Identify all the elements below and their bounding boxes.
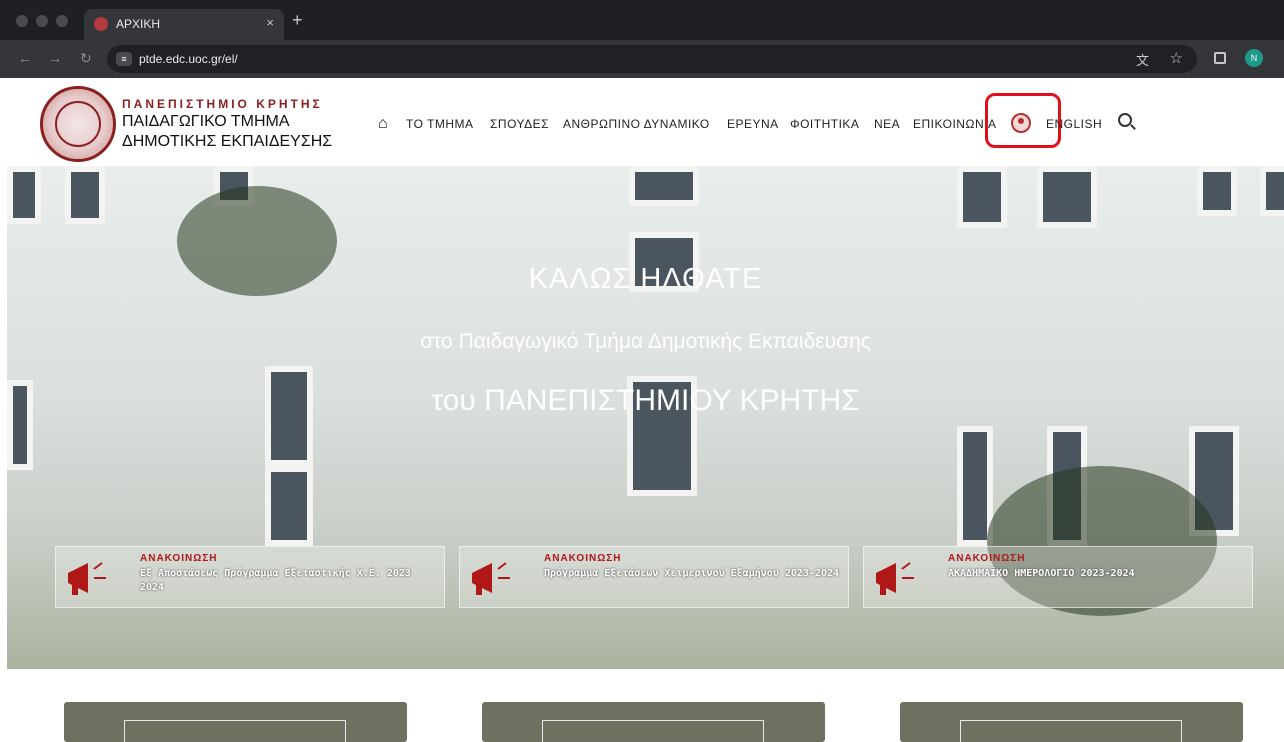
tab-title: ΑΡΧΙΚΗ: [116, 17, 161, 31]
hero-banner: ΚΑΛΩΣ ΗΛΘΑΤΕ στο Παιδαγωγικό Τμήμα Δημοτ…: [7, 166, 1284, 669]
university-name: ΠΑΝΕΠΙΣΤΗΜΙΟ ΚΡΗΤΗΣ: [122, 97, 323, 111]
announcement-kind: ΑΝΑΚΟΙΝΩΣΗ: [544, 553, 622, 564]
forward-icon[interactable]: →: [48, 50, 62, 66]
hero-title: ΚΑΛΩΣ ΗΛΘΑΤΕ: [528, 263, 763, 295]
nav-item-department[interactable]: ΤΟ ΤΜΗΜΑ: [406, 117, 474, 131]
hero-subtitle: στο Παιδαγωγικό Τμήμα Δημοτικής Εκπαιδευ…: [420, 330, 871, 353]
department-name-line2: ΔΗΜΟΤΙΚΗΣ ΕΚΠΑΙΔΕΥΣΗΣ: [122, 133, 333, 150]
back-icon[interactable]: ←: [18, 50, 32, 66]
profile-avatar[interactable]: N: [1245, 49, 1263, 67]
omnibox[interactable]: ≡ ptde.edc.uoc.gr/el/ 文 ☆: [107, 45, 1197, 73]
site-settings-icon[interactable]: ≡: [116, 52, 132, 66]
window-close-dot[interactable]: [16, 15, 28, 27]
translate-icon[interactable]: 文: [1136, 50, 1149, 69]
hero-subtitle-university: του ΠΑΝΕΠΙΣΤΗΜΙΟΥ ΚΡΗΤΗΣ: [431, 384, 860, 417]
announcement-card[interactable]: ΑΝΑΚΟΙΝΩΣΗ ΑΚΑΔΗΜΑΪΚΟ ΗΜΕΡΟΛΟΓΙΟ 2023-20…: [863, 546, 1253, 608]
nav-item-contact[interactable]: ΕΠΙΚΟΙΝΩΝΙΑ: [913, 117, 996, 131]
feature-card-image[interactable]: [482, 702, 825, 742]
nav-item-news[interactable]: ΝΕΑ: [874, 117, 900, 131]
side-panel-icon[interactable]: [1214, 52, 1226, 64]
tab-close-icon[interactable]: ×: [266, 15, 274, 30]
nav-item-staff[interactable]: ΑΝΘΡΩΠΙΝΟ ΔΥΝΑΜΙΚΟ: [563, 117, 710, 131]
megaphone-icon: [68, 562, 106, 595]
home-icon[interactable]: ⌂: [378, 115, 388, 133]
department-name-line1: ΠΑΙΔΑΓΩΓΙΚΟ ΤΜΗΜΑ: [122, 113, 290, 130]
megaphone-icon: [472, 562, 510, 595]
browser-tab[interactable]: ΑΡΧΙΚΗ ×: [84, 9, 284, 40]
url-text[interactable]: ptde.edc.uoc.gr/el/: [139, 52, 238, 66]
browser-tab-bar: ΑΡΧΙΚΗ × +: [0, 0, 1284, 40]
bookmark-star-icon[interactable]: ☆: [1170, 49, 1183, 67]
window-zoom-dot[interactable]: [56, 15, 68, 27]
announcement-text[interactable]: Εξ Αποστάσεως Πρόγραμμα Εξεταστικής Χ.Ε.…: [140, 567, 440, 595]
nav-item-research[interactable]: ΕΡΕΥΝΑ: [727, 117, 779, 131]
window-minimize-dot[interactable]: [36, 15, 48, 27]
search-icon[interactable]: [1118, 113, 1132, 127]
announcement-card[interactable]: ΑΝΑΚΟΙΝΩΣΗ Πρόγραμμα Εξετάσεων Χειμερινο…: [459, 546, 849, 608]
nav-item-student[interactable]: ΦΟΙΤΗΤΙΚΑ: [790, 117, 859, 131]
new-tab-button[interactable]: +: [292, 10, 303, 31]
nav-item-studies[interactable]: ΣΠΟΥΔΕΣ: [490, 117, 549, 131]
favicon-icon: [94, 17, 108, 31]
language-switch-english[interactable]: ENGLISH: [1046, 117, 1102, 131]
announcement-kind: ΑΝΑΚΟΙΝΩΣΗ: [140, 553, 218, 564]
feature-card-image[interactable]: [900, 702, 1243, 742]
announcement-text[interactable]: ΑΚΑΔΗΜΑΪΚΟ ΗΜΕΡΟΛΟΓΙΟ 2023-2024: [948, 567, 1248, 581]
announcement-card[interactable]: ΑΝΑΚΟΙΝΩΣΗ Εξ Αποστάσεως Πρόγραμμα Εξετα…: [55, 546, 445, 608]
feature-card-image[interactable]: [64, 702, 407, 742]
megaphone-icon: [876, 562, 914, 595]
announcement-text[interactable]: Πρόγραμμα Εξετάσεων Χειμερινού Εξαμήνου …: [544, 567, 844, 581]
university-seal-logo[interactable]: [40, 86, 116, 162]
reload-icon[interactable]: ↻: [80, 50, 92, 67]
announcement-kind: ΑΝΑΚΟΙΝΩΣΗ: [948, 553, 1026, 564]
